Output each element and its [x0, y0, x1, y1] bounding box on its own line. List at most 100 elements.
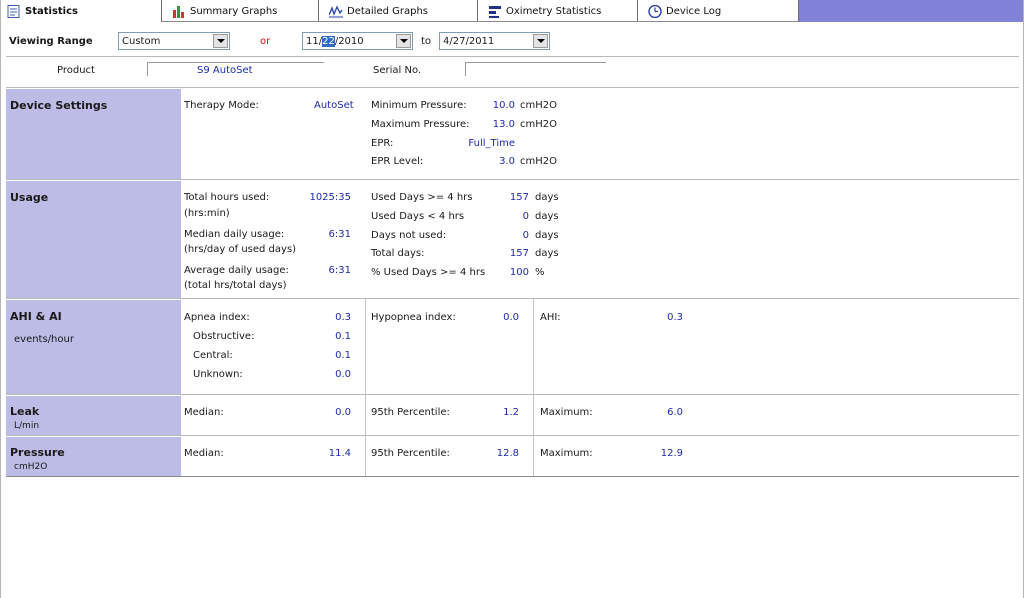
epr-level-value: 3.0 [499, 156, 515, 167]
statistics-icon [7, 4, 21, 18]
pressure-max-label: Maximum: [540, 448, 593, 459]
therapy-mode-label: Therapy Mode: [184, 100, 259, 111]
tab-summary-graphs[interactable]: Summary Graphs [172, 0, 319, 22]
leak-median-value: 0.0 [335, 407, 351, 418]
pressure-median-label: Median: [184, 448, 224, 459]
unit: cmH2O [520, 119, 557, 130]
tab-bar-filler [799, 0, 1023, 22]
section-title: Leak [10, 405, 40, 418]
epr-level-label: EPR Level: [371, 156, 424, 167]
obstructive-value: 0.1 [335, 331, 351, 342]
apnea-index-label: Apnea index: [184, 312, 250, 323]
tab-label: Statistics [25, 5, 78, 17]
min-pressure-value: 10.0 [492, 100, 515, 111]
ahi-value: 0.3 [667, 312, 683, 323]
column-divider [533, 395, 534, 435]
pct-used-days-value: 100 [509, 267, 529, 278]
used-days-ge4-value: 157 [509, 192, 529, 203]
tab-statistics[interactable]: Statistics [7, 0, 162, 22]
total-days-label: Total days: [371, 248, 425, 259]
section-subtitle: cmH2O [14, 462, 48, 472]
ahi-header: AHI & AI events/hour [6, 300, 181, 394]
unknown-value: 0.0 [335, 369, 351, 380]
to-date-picker[interactable]: 4/27/2011 [439, 32, 550, 50]
product-label: Product [57, 65, 95, 76]
pressure-p95-value: 12.8 [496, 448, 519, 459]
leak-max-label: Maximum: [540, 407, 593, 418]
average-usage-value: 6:31 [328, 265, 351, 276]
pressure-median-value: 11.4 [328, 448, 351, 459]
viewing-range-value: Custom [122, 35, 161, 47]
median-usage-value: 6:31 [328, 229, 351, 240]
used-days-lt4-label: Used Days < 4 hrs [371, 211, 465, 222]
bar-chart-icon [172, 5, 186, 18]
section-subtitle: events/hour [14, 334, 74, 345]
from-date-month: 11/ [306, 35, 323, 47]
therapy-mode-value: AutoSet [314, 100, 354, 111]
leak-p95-value: 1.2 [503, 407, 519, 418]
device-settings-header: Device Settings [6, 89, 181, 179]
oximetry-icon [488, 5, 502, 18]
section-title: Usage [10, 191, 49, 204]
min-pressure-label: Minimum Pressure: [371, 100, 467, 111]
product-value: S9 AutoSet [197, 65, 253, 76]
hypopnea-index-label: Hypopnea index: [371, 312, 456, 323]
divider [6, 394, 1019, 395]
unit: days [535, 248, 559, 259]
total-days-value: 157 [509, 248, 529, 259]
tab-label: Summary Graphs [190, 5, 278, 17]
unit: days [535, 230, 559, 241]
divider [6, 87, 1019, 88]
median-usage-sublabel: (hrs/day of used days) [184, 244, 297, 255]
to-label: to [421, 36, 432, 47]
chevron-down-icon[interactable] [533, 34, 548, 48]
tab-divider [162, 21, 799, 22]
column-divider [365, 436, 366, 476]
statistics-window: Statistics Summary Graphs Detailed Graph… [0, 0, 1024, 598]
section-title: Device Settings [10, 99, 108, 112]
from-date-day-selected: 22 [322, 35, 335, 47]
used-days-lt4-value: 0 [522, 211, 529, 222]
unit: days [535, 211, 559, 222]
or-label: or [260, 36, 271, 47]
from-date-picker[interactable]: 11/22/2010 [302, 32, 413, 50]
column-divider [533, 299, 534, 394]
viewing-range-select[interactable]: Custom [118, 32, 230, 50]
unit: cmH2O [520, 100, 557, 111]
total-hours-label: Total hours used: [184, 192, 270, 203]
chevron-down-icon[interactable] [396, 34, 411, 48]
unknown-label: Unknown: [193, 369, 243, 380]
divider [6, 179, 1019, 180]
section-title: AHI & AI [10, 310, 62, 323]
serial-field [465, 62, 606, 76]
column-divider [533, 436, 534, 476]
from-date-year: /2010 [334, 35, 364, 47]
leak-median-label: Median: [184, 407, 224, 418]
column-divider [365, 395, 366, 435]
serial-label: Serial No. [373, 65, 422, 76]
epr-label: EPR: [371, 138, 394, 149]
divider [6, 476, 1019, 477]
to-date-value: 4/27/2011 [443, 35, 495, 47]
tab-device-log[interactable]: Device Log [648, 0, 799, 22]
column-divider [365, 299, 366, 394]
leak-max-value: 6.0 [667, 407, 683, 418]
line-graph-icon [328, 4, 343, 18]
divider [6, 298, 1019, 299]
leak-header: Leak L/min [6, 396, 181, 435]
tab-label: Device Log [666, 5, 722, 17]
unit: cmH2O [520, 156, 557, 167]
tab-label: Oximetry Statistics [506, 5, 602, 17]
pressure-max-value: 12.9 [660, 448, 683, 459]
chevron-down-icon[interactable] [213, 34, 228, 48]
viewing-range-label: Viewing Range [9, 36, 93, 47]
tab-detailed-graphs[interactable]: Detailed Graphs [328, 0, 478, 22]
used-days-ge4-label: Used Days >= 4 hrs [371, 192, 473, 203]
max-pressure-label: Maximum Pressure: [371, 119, 470, 130]
total-hours-value: 1025:35 [309, 192, 351, 203]
tab-oximetry-statistics[interactable]: Oximetry Statistics [488, 0, 638, 22]
pressure-header: Pressure cmH2O [6, 437, 181, 476]
epr-value: Full_Time [468, 138, 515, 149]
days-not-used-value: 0 [522, 230, 529, 241]
leak-p95-label: 95th Percentile: [371, 407, 450, 418]
